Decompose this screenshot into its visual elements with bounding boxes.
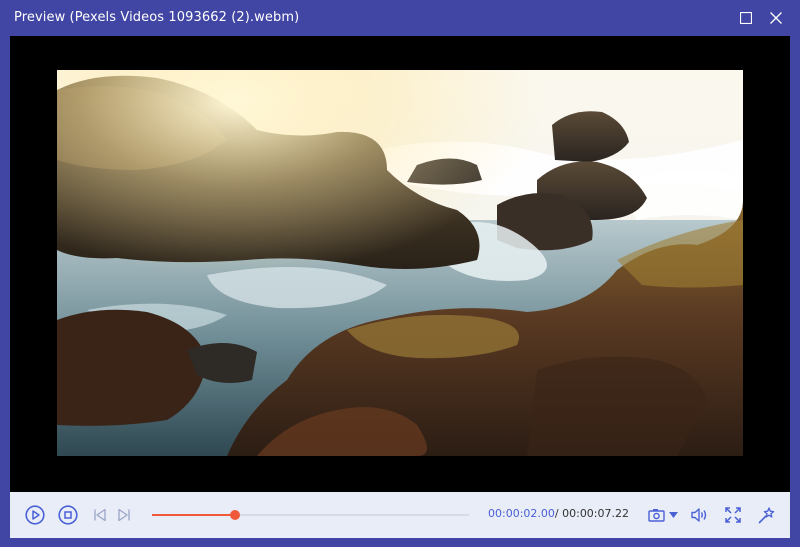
preview-window: Preview (Pexels Videos 1093662 (2).webm) (0, 0, 800, 547)
skip-previous-icon (94, 508, 106, 522)
play-circle-icon (25, 505, 45, 525)
snapshot-button[interactable] (647, 505, 679, 525)
player-controls: 00:00:02.00/ 00:00:07.22 (10, 492, 790, 538)
video-viewport[interactable] (10, 36, 790, 492)
previous-frame-button[interactable] (91, 505, 109, 525)
progress-handle[interactable] (230, 510, 241, 520)
fullscreen-icon (725, 507, 741, 523)
maximize-icon (740, 12, 752, 24)
magic-wand-icon (758, 507, 775, 524)
play-button[interactable] (24, 504, 46, 526)
maximize-button[interactable] (736, 8, 756, 28)
next-frame-button[interactable] (115, 505, 133, 525)
skip-next-icon (118, 508, 130, 522)
video-frame (57, 70, 743, 456)
close-icon (770, 12, 782, 24)
fullscreen-button[interactable] (722, 504, 744, 526)
close-button[interactable] (766, 8, 786, 28)
progress-fill (152, 514, 236, 516)
stop-circle-icon (58, 505, 78, 525)
progress-bar[interactable] (152, 510, 469, 520)
chevron-down-icon (669, 512, 678, 518)
current-time: 00:00:02.00 (488, 507, 555, 520)
stop-button[interactable] (57, 504, 79, 526)
title-bar: Preview (Pexels Videos 1093662 (2).webm) (0, 0, 800, 36)
time-display: 00:00:02.00/ 00:00:07.22 (488, 507, 629, 520)
window-title: Preview (Pexels Videos 1093662 (2).webm) (14, 10, 300, 25)
video-image (57, 70, 743, 456)
effects-button[interactable] (756, 504, 778, 526)
total-time: 00:00:07.22 (562, 507, 630, 520)
volume-icon (691, 508, 707, 522)
camera-icon (648, 509, 665, 522)
volume-button[interactable] (688, 504, 710, 526)
